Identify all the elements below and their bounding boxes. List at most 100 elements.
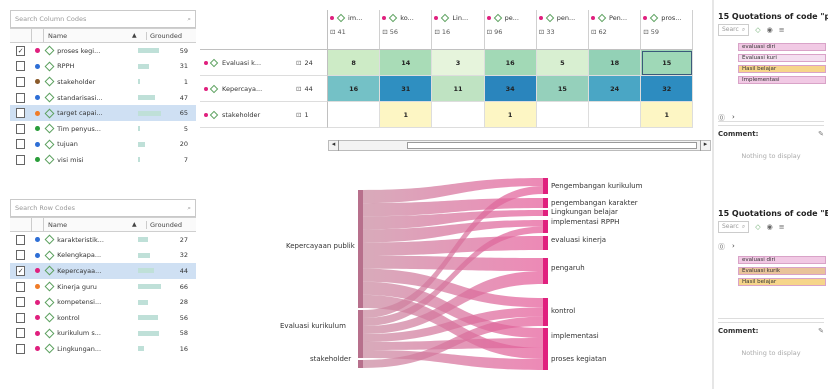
matrix-cell[interactable]: 15 bbox=[536, 76, 589, 102]
quotation-code-tag[interactable]: Hasil belajar bbox=[738, 65, 826, 73]
sankey-target-node[interactable] bbox=[543, 178, 548, 194]
header-name[interactable]: Name bbox=[44, 221, 132, 229]
column-codes-search[interactable]: Search Column Codes ⌕ bbox=[10, 10, 196, 28]
eye-icon[interactable]: ◉ bbox=[767, 223, 773, 231]
panel-hscrollbar[interactable] bbox=[718, 318, 824, 323]
quotation-code-tag[interactable]: evaluasi diri bbox=[738, 256, 826, 264]
matrix-column-header[interactable]: pros... ⊡ 59 bbox=[641, 10, 694, 50]
matrix-cell[interactable]: 8 bbox=[328, 50, 381, 76]
matrix-cell[interactable]: 14 bbox=[380, 50, 433, 76]
matrix-column-header[interactable]: pen... ⊡ 33 bbox=[536, 10, 589, 50]
row-checkbox[interactable] bbox=[16, 139, 26, 150]
row-checkbox[interactable] bbox=[16, 76, 26, 87]
list-view-icon[interactable]: ≡ bbox=[779, 223, 785, 231]
matrix-row-header[interactable]: stakeholder ⊡ 1 bbox=[200, 102, 328, 128]
row-checkbox[interactable] bbox=[16, 123, 26, 134]
matrix-cell[interactable]: 16 bbox=[328, 76, 381, 102]
matrix-row-header[interactable]: Evaluasi k... ⊡ 24 bbox=[200, 50, 328, 76]
matrix-cell[interactable]: 1 bbox=[641, 102, 694, 128]
matrix-cell[interactable]: 31 bbox=[380, 76, 433, 102]
matrix-cell[interactable]: 1 bbox=[484, 102, 537, 128]
sankey-target-node[interactable] bbox=[543, 210, 548, 216]
row-code-row[interactable]: kontrol 56 bbox=[10, 310, 196, 326]
matrix-cell[interactable]: 1 bbox=[380, 102, 433, 128]
matrix-cell[interactable] bbox=[589, 102, 642, 128]
edit-comment-icon[interactable]: ✎ bbox=[818, 130, 824, 138]
matrix-column-header[interactable]: Lin... ⊡ 16 bbox=[432, 10, 485, 50]
matrix-row-header[interactable]: Kepercaya... ⊡ 44 bbox=[200, 76, 328, 102]
search-icon[interactable]: ⌕ bbox=[187, 204, 191, 213]
matrix-cell[interactable] bbox=[328, 102, 381, 128]
row-checkbox[interactable] bbox=[16, 154, 26, 165]
header-name[interactable]: Name bbox=[44, 32, 132, 40]
sankey-target-node[interactable] bbox=[543, 220, 548, 233]
matrix-hscrollbar[interactable]: ◂ ▸ bbox=[328, 140, 711, 151]
quotation-code-tag[interactable]: Evaluasi kuri bbox=[738, 54, 826, 62]
row-checkbox[interactable]: ✓ bbox=[16, 45, 26, 56]
sankey-target-node[interactable] bbox=[543, 236, 548, 250]
sankey-target-node[interactable] bbox=[543, 328, 548, 348]
quotation-code-tag[interactable]: Evaluasi kurik bbox=[738, 267, 826, 275]
sankey-source-node[interactable] bbox=[358, 360, 363, 368]
header-grounded[interactable]: Grounded bbox=[146, 31, 182, 40]
matrix-cell[interactable]: 16 bbox=[484, 50, 537, 76]
matrix-cell[interactable]: 15 bbox=[641, 50, 694, 76]
expand-icon[interactable]: › bbox=[732, 242, 735, 250]
search-icon[interactable]: ⌕ bbox=[187, 15, 191, 24]
row-checkbox[interactable] bbox=[16, 61, 26, 72]
matrix-cell[interactable] bbox=[536, 102, 589, 128]
column-code-row[interactable]: visi misi 7 bbox=[10, 152, 196, 168]
row-checkbox[interactable] bbox=[16, 328, 26, 339]
row-checkbox[interactable] bbox=[16, 108, 26, 119]
quotation-search-input[interactable]: Searc ⌕ bbox=[718, 221, 750, 233]
row-code-row[interactable]: Kinerja guru 66 bbox=[10, 279, 196, 295]
matrix-cell[interactable] bbox=[432, 102, 485, 128]
row-checkbox[interactable] bbox=[16, 234, 26, 245]
list-view-icon[interactable]: ≡ bbox=[779, 26, 785, 34]
sankey-target-node[interactable] bbox=[543, 348, 548, 370]
header-grounded[interactable]: Grounded bbox=[146, 220, 182, 229]
scroll-right-icon[interactable]: ▸ bbox=[700, 140, 710, 151]
column-code-row[interactable]: RPPH 31 bbox=[10, 59, 196, 75]
row-code-row[interactable]: kurikulum s... 58 bbox=[10, 326, 196, 342]
sankey-target-node[interactable] bbox=[543, 298, 548, 326]
quotation-code-tag[interactable]: evaluasi diri bbox=[738, 43, 826, 51]
row-code-row[interactable]: kompetensi... 28 bbox=[10, 294, 196, 310]
matrix-column-header[interactable]: ko... ⊡ 56 bbox=[380, 10, 433, 50]
sankey-source-node[interactable] bbox=[358, 190, 363, 308]
matrix-cell[interactable]: 11 bbox=[432, 76, 485, 102]
row-checkbox[interactable] bbox=[16, 343, 26, 354]
sort-arrow-icon[interactable]: ▲ bbox=[132, 221, 146, 228]
column-code-row[interactable]: tujuan 20 bbox=[10, 137, 196, 153]
row-code-row[interactable]: karakteristik... 27 bbox=[10, 232, 196, 248]
quotation-code-tag[interactable]: Hasil belajar bbox=[738, 278, 826, 286]
code-diamond-icon[interactable]: ◇ bbox=[755, 26, 760, 34]
sankey-source-node[interactable] bbox=[358, 310, 363, 358]
row-codes-search[interactable]: Search Row Codes ⌕ bbox=[10, 199, 196, 217]
expand-icon[interactable]: › bbox=[732, 113, 735, 121]
row-checkbox[interactable] bbox=[16, 250, 26, 261]
sort-arrow-icon[interactable]: ▲ bbox=[132, 32, 146, 39]
row-code-row[interactable]: Kelengkapa... 32 bbox=[10, 248, 196, 264]
eye-icon[interactable]: ◉ bbox=[767, 26, 773, 34]
quotation-code-tag[interactable]: Implementasi bbox=[738, 76, 826, 84]
matrix-cell[interactable]: 34 bbox=[484, 76, 537, 102]
sankey-target-node[interactable] bbox=[543, 198, 548, 208]
matrix-cell[interactable]: 5 bbox=[536, 50, 589, 76]
sankey-target-node[interactable] bbox=[543, 258, 548, 284]
row-checkbox[interactable]: ✓ bbox=[16, 265, 26, 276]
matrix-cell[interactable]: 18 bbox=[589, 50, 642, 76]
row-checkbox[interactable] bbox=[16, 312, 26, 323]
row-checkbox[interactable] bbox=[16, 297, 26, 308]
column-code-row[interactable]: stakeholder 1 bbox=[10, 74, 196, 90]
row-checkbox[interactable] bbox=[16, 281, 26, 292]
column-code-row[interactable]: standarisasi... 47 bbox=[10, 90, 196, 106]
column-code-row[interactable]: Tim penyus... 5 bbox=[10, 121, 196, 137]
edit-comment-icon[interactable]: ✎ bbox=[818, 327, 824, 335]
scroll-thumb[interactable] bbox=[407, 142, 697, 149]
row-checkbox[interactable] bbox=[16, 92, 26, 103]
scroll-left-icon[interactable]: ◂ bbox=[329, 140, 339, 151]
matrix-cell[interactable]: 24 bbox=[589, 76, 642, 102]
column-code-row[interactable]: ✓ proses kegi... 59 bbox=[10, 43, 196, 59]
quotation-search-input[interactable]: Searc ⌕ bbox=[718, 24, 750, 36]
